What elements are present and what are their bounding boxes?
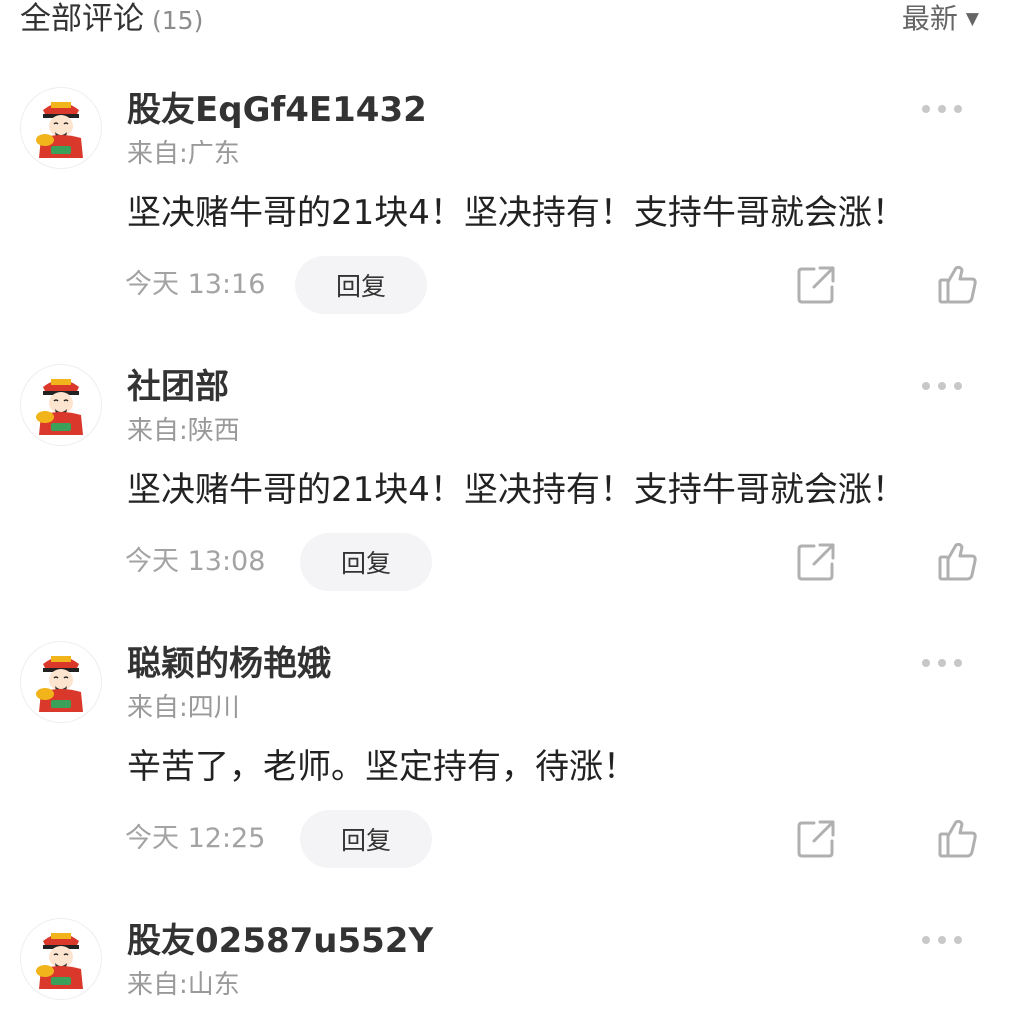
reply-button[interactable]: 回复 [300,533,432,591]
more-dot [938,936,946,944]
more-dot [938,105,946,113]
more-dot [922,382,930,390]
comment-item: 社团部 来自:陕西 坚决赌牛哥的21块4！坚决持有！支持牛哥就会涨！ 今天 13… [0,364,1015,641]
more-dot [938,382,946,390]
more-dot [954,105,962,113]
share-icon[interactable] [796,542,836,582]
thumbs-up-icon[interactable] [937,817,979,859]
comment-item: 股友02587u552Y 来自:山东 [0,918,1015,1024]
comments-header: 全部评论 (15) 最新 ▼ [0,0,1015,42]
comment-time: 今天 13:16 [125,269,266,300]
sort-label: 最新 [901,2,958,35]
comment-location: 来自:陕西 [127,416,240,446]
comments-count: (15) [152,6,204,35]
sort-dropdown[interactable]: 最新 ▼ [902,0,979,38]
comment-location: 来自:四川 [127,693,240,723]
reply-button[interactable]: 回复 [295,256,427,314]
more-dots-icon[interactable] [922,657,962,669]
more-dots-icon[interactable] [922,380,962,392]
caret-down-icon: ▼ [965,9,979,29]
comment-username[interactable]: 社团部 [127,366,229,408]
more-dots-icon[interactable] [922,934,962,946]
thumbs-up-icon[interactable] [937,263,979,305]
more-dot [954,936,962,944]
comment-username[interactable]: 股友02587u552Y [127,920,433,962]
fortune-god-avatar-icon [36,656,83,712]
more-dots-icon[interactable] [922,103,962,115]
avatar[interactable] [20,364,102,446]
share-icon[interactable] [796,819,836,859]
comments-title-text: 全部评论 [20,1,144,37]
share-icon[interactable] [796,265,836,305]
comment-content: 坚决赌牛哥的21块4！坚决持有！支持牛哥就会涨！ [127,193,906,233]
more-dot [922,659,930,667]
more-dot [922,936,930,944]
comments-title: 全部评论 (15) [20,0,203,40]
avatar[interactable] [20,918,102,1000]
comment-content: 坚决赌牛哥的21块4！坚决持有！支持牛哥就会涨！ [127,470,906,510]
comment-time: 今天 12:25 [125,823,266,854]
reply-button[interactable]: 回复 [300,810,432,868]
comment-item: 聪颖的杨艳娥 来自:四川 辛苦了，老师。坚定持有，待涨！ 今天 12:25 回复 [0,641,1015,918]
comment-location: 来自:广东 [127,139,240,169]
comment-location: 来自:山东 [127,970,240,1000]
fortune-god-avatar-icon [36,379,83,435]
comment-username[interactable]: 股友EqGf4E1432 [127,89,427,131]
more-dot [922,105,930,113]
avatar[interactable] [20,641,102,723]
avatar[interactable] [20,87,102,169]
comment-item: 股友EqGf4E1432 来自:广东 坚决赌牛哥的21块4！坚决持有！支持牛哥就… [0,87,1015,364]
thumbs-up-icon[interactable] [937,540,979,582]
comment-content: 辛苦了，老师。坚定持有，待涨！ [127,747,637,787]
more-dot [954,659,962,667]
more-dot [938,659,946,667]
fortune-god-avatar-icon [36,933,83,989]
comment-username[interactable]: 聪颖的杨艳娥 [127,643,331,685]
fortune-god-avatar-icon [36,102,83,158]
more-dot [954,382,962,390]
comment-time: 今天 13:08 [125,546,266,577]
